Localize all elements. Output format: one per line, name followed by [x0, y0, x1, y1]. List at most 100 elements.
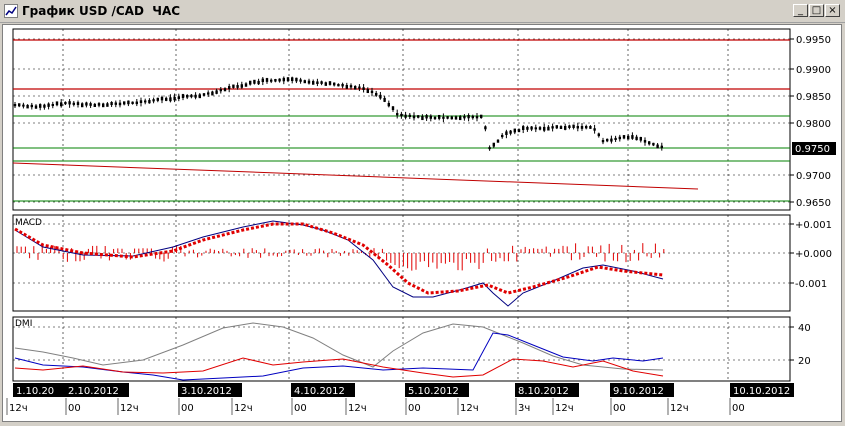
price-bar-body: [652, 142, 655, 146]
price-bar-body: [354, 86, 357, 90]
price-bar-body: [114, 102, 117, 105]
price-bar-body: [13, 104, 17, 107]
price-bar-body: [509, 130, 512, 134]
price-bar-body: [282, 77, 285, 82]
chart-app-icon: [4, 4, 18, 18]
date-label: 4.10.2012: [294, 386, 345, 397]
hour-label: 3ч: [518, 403, 530, 414]
price-bar-body: [165, 97, 168, 101]
price-bar-body: [22, 104, 25, 107]
price-bar-body: [370, 90, 374, 94]
price-bar-body: [425, 115, 428, 119]
price-bar-body: [265, 78, 269, 82]
price-axis-label: 0.9800: [796, 119, 831, 130]
price-bar-body: [207, 92, 210, 95]
price-bar-body: [471, 115, 474, 119]
current-price-label: 0.9750: [795, 144, 830, 155]
price-bar-body: [144, 100, 147, 103]
price-bar-body: [34, 105, 38, 109]
price-bar-body: [223, 88, 227, 92]
price-bar-body: [454, 116, 458, 120]
price-bar-body: [55, 101, 59, 106]
trend-line: [12, 162, 699, 190]
price-bar-body: [72, 102, 75, 105]
dmi-axis-label: 40: [798, 323, 811, 334]
price-bar-body: [627, 135, 630, 140]
price-bar-body: [173, 96, 176, 101]
chart-grid: [12, 28, 791, 382]
price-bar-body: [215, 90, 218, 94]
minimize-button[interactable]: _: [793, 4, 808, 17]
maximize-button[interactable]: □: [809, 4, 824, 17]
price-bar-body: [345, 84, 348, 89]
price-bar-body: [538, 127, 542, 130]
price-bar-body: [513, 128, 516, 133]
price-bar-body: [291, 77, 294, 82]
price-bar-body: [190, 94, 193, 98]
price-bar-body: [396, 113, 399, 116]
price-bar-body: [169, 97, 172, 102]
price-bar-body: [467, 115, 470, 119]
price-bar-body: [324, 82, 327, 86]
price-bar-body: [459, 116, 462, 121]
price-bar-body: [622, 135, 626, 139]
price-bar-body: [181, 94, 185, 98]
price-bar-body: [593, 128, 596, 131]
price-bar-body: [228, 86, 231, 90]
price-bar-body: [177, 96, 180, 99]
price-bar-body: [635, 136, 638, 141]
price-bar-body: [547, 126, 550, 131]
panel-border: [12, 214, 791, 312]
price-bar-body: [496, 139, 500, 143]
price-bar-body: [232, 84, 235, 88]
price-bar-body: [102, 103, 105, 108]
hour-label: 12ч: [555, 403, 574, 414]
price-bar-body: [286, 77, 290, 82]
hour-label: 12ч: [234, 403, 253, 414]
price-bar-body: [295, 77, 298, 82]
price-bar-body: [148, 99, 151, 104]
price-bar-body: [488, 147, 491, 150]
price-bar-body: [358, 86, 361, 89]
price-bar-body: [421, 116, 424, 121]
hour-label: 00: [408, 403, 421, 414]
price-bar-body: [118, 102, 122, 106]
price-bar-body: [198, 94, 201, 99]
title-bar[interactable]: График USD /CAD ЧАС _ □ ×: [0, 0, 845, 23]
price-bar-body: [278, 78, 281, 82]
macd-axis-label: +0.000: [795, 249, 832, 260]
date-label: 3.10.2012: [181, 386, 232, 397]
price-bar-body: [639, 136, 642, 141]
price-bar-body: [89, 103, 92, 106]
price-bar-body: [270, 79, 273, 82]
price-bar-body: [404, 114, 407, 118]
chart-frame[interactable]: 0.9950 0.9900 0.9850 0.9800 0.9750 0.9700 0.96…: [2, 24, 842, 422]
price-bar-body: [530, 126, 533, 130]
hour-label: 00: [732, 403, 745, 414]
price-bar-body: [186, 95, 189, 98]
price-bar-body: [597, 133, 600, 137]
price-bar-body: [240, 84, 243, 88]
price-bar-body: [97, 103, 101, 106]
price-bar-body: [139, 100, 143, 103]
price-bar-body: [30, 104, 33, 108]
date-label: 10.10.2012: [733, 386, 790, 397]
price-bar-body: [307, 80, 311, 84]
price-bar-body: [408, 114, 411, 118]
price-bar-body: [333, 82, 336, 86]
price-bar-body: [576, 126, 579, 129]
price-bar-body: [60, 102, 63, 107]
price-bar-body: [43, 104, 46, 108]
date-label: 9.10.2012: [613, 386, 664, 397]
price-bar-body: [643, 139, 647, 143]
usd-cad-hour-chart[interactable]: 0.9950 0.9900 0.9850 0.9800 0.9750 0.9700 0.96…: [3, 25, 841, 421]
macd-indicator: [14, 220, 665, 307]
price-bar-body: [412, 115, 416, 119]
price-axis-label: 0.9850: [796, 92, 831, 103]
close-button[interactable]: ×: [825, 4, 840, 17]
dmi-indicator: [14, 322, 664, 381]
price-bar-body: [551, 126, 554, 129]
price-bar-body: [383, 97, 386, 102]
window-title: График USD /CAD ЧАС: [22, 4, 181, 18]
price-bar-body: [534, 127, 537, 130]
